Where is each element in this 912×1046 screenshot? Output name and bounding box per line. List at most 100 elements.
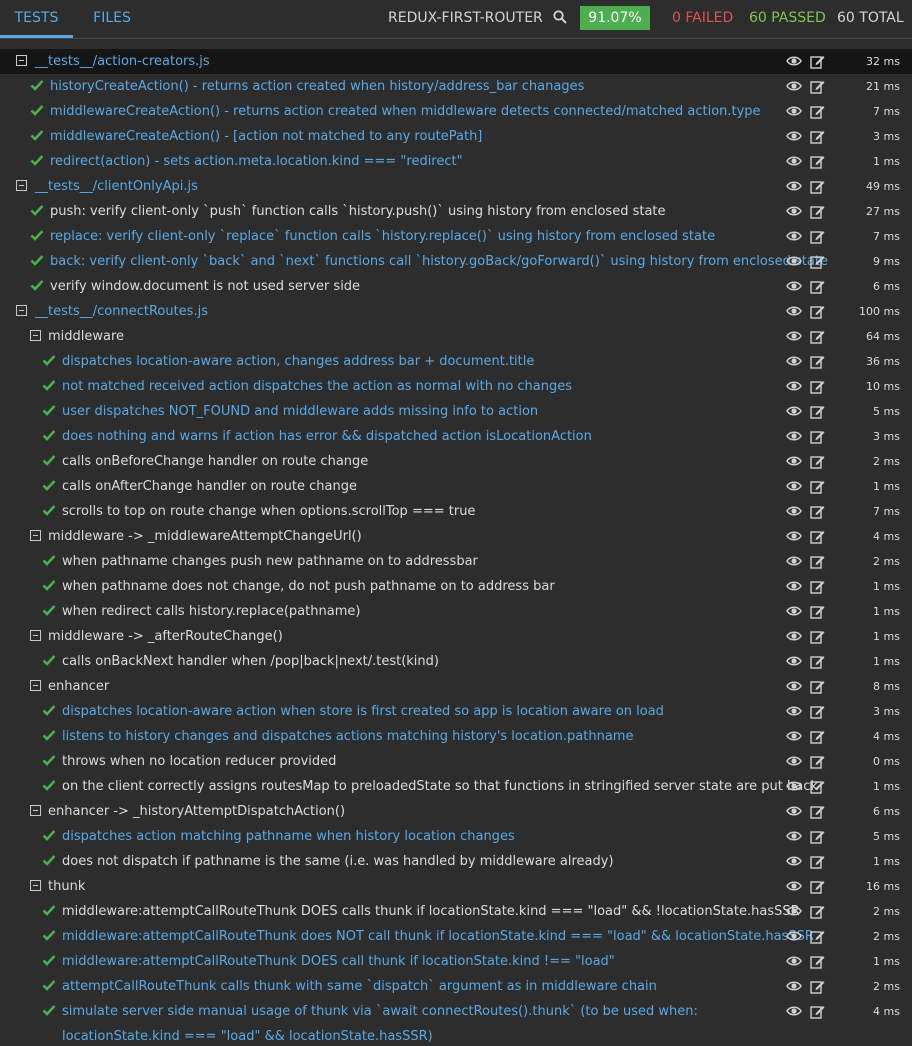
test-file-name[interactable]: __tests__/connectRoutes.js — [35, 299, 208, 324]
eye-icon[interactable] — [786, 854, 802, 868]
edit-icon[interactable] — [810, 129, 825, 144]
test-name[interactable]: dispatches location-aware action, change… — [62, 349, 534, 374]
edit-icon[interactable] — [810, 604, 825, 619]
test-name[interactable]: redirect(action) - sets action.meta.loca… — [50, 149, 463, 174]
edit-icon[interactable] — [810, 729, 825, 744]
test-row[interactable]: redirect(action) - sets action.meta.loca… — [0, 149, 912, 174]
edit-icon[interactable] — [810, 579, 825, 594]
test-name[interactable]: middleware:attemptCallRouteThunk does NO… — [62, 924, 814, 949]
edit-icon[interactable] — [810, 104, 825, 119]
test-name[interactable]: dispatches location-aware action when st… — [62, 699, 664, 724]
eye-icon[interactable] — [786, 1004, 802, 1018]
suite-row[interactable]: thunk 16 ms — [0, 874, 912, 899]
test-row[interactable]: scrolls to top on route change when opti… — [0, 499, 912, 524]
edit-icon[interactable] — [810, 904, 825, 919]
suite-row[interactable]: enhancer -> _historyAttemptDispatchActio… — [0, 799, 912, 824]
edit-icon[interactable] — [810, 379, 825, 394]
collapse-toggle-icon[interactable] — [30, 680, 41, 691]
eye-icon[interactable] — [786, 354, 802, 368]
test-row[interactable]: on the client correctly assigns routesMa… — [0, 774, 912, 799]
test-row[interactable]: middlewareCreateAction() - returns actio… — [0, 99, 912, 124]
test-row[interactable]: calls onBackNext handler when /pop|back|… — [0, 649, 912, 674]
eye-icon[interactable] — [786, 554, 802, 568]
eye-icon[interactable] — [786, 954, 802, 968]
eye-icon[interactable] — [786, 754, 802, 768]
eye-icon[interactable] — [786, 229, 802, 243]
test-name[interactable]: middlewareCreateAction() - returns actio… — [50, 99, 761, 124]
eye-icon[interactable] — [786, 329, 802, 343]
eye-icon[interactable] — [786, 654, 802, 668]
test-row[interactable]: does nothing and warns if action has err… — [0, 424, 912, 449]
file-row[interactable]: __tests__/clientOnlyApi.js 49 ms — [0, 174, 912, 199]
eye-icon[interactable] — [786, 429, 802, 443]
edit-icon[interactable] — [810, 79, 825, 94]
project-name[interactable]: REDUX-FIRST-ROUTER — [388, 0, 567, 36]
test-row[interactable]: simulate server side manual usage of thu… — [0, 999, 912, 1044]
collapse-toggle-icon[interactable] — [30, 805, 41, 816]
test-row[interactable]: calls onBeforeChange handler on route ch… — [0, 449, 912, 474]
eye-icon[interactable] — [786, 104, 802, 118]
test-row[interactable]: middleware:attemptCallRouteThunk DOES ca… — [0, 899, 912, 924]
test-name[interactable]: attemptCallRouteThunk calls thunk with s… — [62, 974, 657, 999]
test-row[interactable]: replace: verify client-only `replace` fu… — [0, 224, 912, 249]
edit-icon[interactable] — [810, 929, 825, 944]
edit-icon[interactable] — [810, 404, 825, 419]
suite-row[interactable]: enhancer 8 ms — [0, 674, 912, 699]
collapse-toggle-icon[interactable] — [16, 55, 27, 66]
test-row[interactable]: middlewareCreateAction() - [action not m… — [0, 124, 912, 149]
eye-icon[interactable] — [786, 904, 802, 918]
test-name[interactable]: simulate server side manual usage of thu… — [62, 999, 782, 1044]
eye-icon[interactable] — [786, 154, 802, 168]
eye-icon[interactable] — [786, 404, 802, 418]
eye-icon[interactable] — [786, 454, 802, 468]
edit-icon[interactable] — [810, 779, 825, 794]
eye-icon[interactable] — [786, 979, 802, 993]
edit-icon[interactable] — [810, 329, 825, 344]
edit-icon[interactable] — [810, 254, 825, 269]
suite-row[interactable]: middleware 64 ms — [0, 324, 912, 349]
edit-icon[interactable] — [810, 829, 825, 844]
edit-icon[interactable] — [810, 54, 825, 69]
test-row[interactable]: when pathname changes push new pathname … — [0, 549, 912, 574]
eye-icon[interactable] — [786, 129, 802, 143]
file-row[interactable]: __tests__/connectRoutes.js 100 ms — [0, 299, 912, 324]
edit-icon[interactable] — [810, 154, 825, 169]
collapse-toggle-icon[interactable] — [30, 530, 41, 541]
test-row[interactable]: dispatches location-aware action, change… — [0, 349, 912, 374]
test-row[interactable]: attemptCallRouteThunk calls thunk with s… — [0, 974, 912, 999]
edit-icon[interactable] — [810, 279, 825, 294]
test-name[interactable]: historyCreateAction() - returns action c… — [50, 74, 584, 99]
edit-icon[interactable] — [810, 229, 825, 244]
test-row[interactable]: middleware:attemptCallRouteThunk DOES ca… — [0, 949, 912, 974]
edit-icon[interactable] — [810, 954, 825, 969]
eye-icon[interactable] — [786, 204, 802, 218]
test-row[interactable]: throws when no location reducer provided… — [0, 749, 912, 774]
eye-icon[interactable] — [786, 604, 802, 618]
test-row[interactable]: user dispatches NOT_FOUND and middleware… — [0, 399, 912, 424]
test-row[interactable]: historyCreateAction() - returns action c… — [0, 74, 912, 99]
test-row[interactable]: not matched received action dispatches t… — [0, 374, 912, 399]
edit-icon[interactable] — [810, 629, 825, 644]
edit-icon[interactable] — [810, 554, 825, 569]
eye-icon[interactable] — [786, 179, 802, 193]
test-name[interactable]: replace: verify client-only `replace` fu… — [50, 224, 715, 249]
collapse-toggle-icon[interactable] — [16, 305, 27, 316]
edit-icon[interactable] — [810, 754, 825, 769]
edit-icon[interactable] — [810, 679, 825, 694]
eye-icon[interactable] — [786, 254, 802, 268]
eye-icon[interactable] — [786, 879, 802, 893]
eye-icon[interactable] — [786, 579, 802, 593]
test-row[interactable]: verify window.document is not used serve… — [0, 274, 912, 299]
test-name[interactable]: listens to history changes and dispatche… — [62, 724, 633, 749]
eye-icon[interactable] — [786, 679, 802, 693]
edit-icon[interactable] — [810, 354, 825, 369]
edit-icon[interactable] — [810, 654, 825, 669]
edit-icon[interactable] — [810, 854, 825, 869]
test-name[interactable]: middlewareCreateAction() - [action not m… — [50, 124, 482, 149]
file-row[interactable]: __tests__/action-creators.js 32 ms — [0, 49, 912, 74]
test-name[interactable]: not matched received action dispatches t… — [62, 374, 572, 399]
suite-row[interactable]: middleware -> _afterRouteChange() 1 ms — [0, 624, 912, 649]
edit-icon[interactable] — [810, 504, 825, 519]
test-name[interactable]: middleware:attemptCallRouteThunk DOES ca… — [62, 949, 615, 974]
test-row[interactable]: calls onAfterChange handler on route cha… — [0, 474, 912, 499]
